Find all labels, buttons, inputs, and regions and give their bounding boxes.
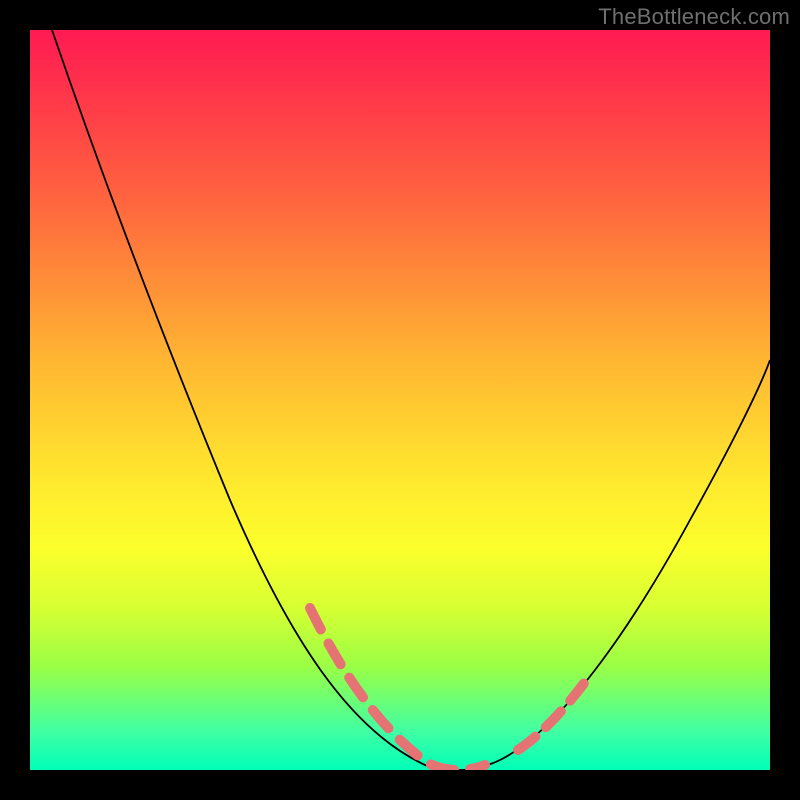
highlight-dash-left	[310, 608, 485, 770]
plot-area	[30, 30, 770, 770]
bottleneck-curve	[52, 30, 770, 770]
watermark-text: TheBottleneck.com	[598, 4, 790, 30]
curve-svg	[30, 30, 770, 770]
chart-frame: TheBottleneck.com	[0, 0, 800, 800]
highlight-dash-right	[518, 675, 590, 750]
